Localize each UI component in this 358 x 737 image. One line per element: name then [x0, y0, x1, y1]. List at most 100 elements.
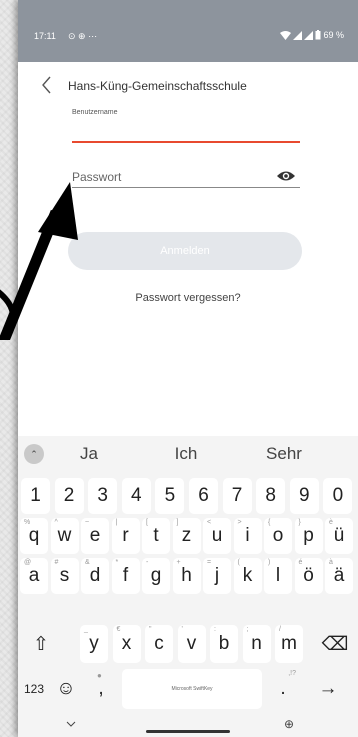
key-n[interactable]: ; n	[242, 625, 271, 663]
key-3[interactable]: 3	[88, 478, 118, 514]
key-ä[interactable]: àä	[325, 558, 353, 594]
key-hint: /	[279, 626, 281, 633]
key-c[interactable]: " c	[145, 625, 173, 663]
key-hint: )	[268, 559, 271, 566]
suggestion-2[interactable]: Ich	[146, 444, 226, 464]
key-0[interactable]: 0	[323, 478, 353, 514]
key-label: m	[281, 633, 297, 654]
key-d[interactable]: & d	[81, 558, 109, 594]
numbers-key[interactable]: 123	[20, 669, 48, 709]
key-f[interactable]: * f	[111, 558, 140, 594]
keyboard-hide-icon[interactable]	[66, 720, 76, 728]
period-hint: ,!?	[288, 670, 296, 677]
key-v[interactable]: ' v	[177, 625, 206, 663]
key-8[interactable]: 8	[256, 478, 286, 514]
key-label: a	[28, 565, 40, 586]
shift-key[interactable]: ⇧	[22, 625, 60, 663]
shift-icon: ⇧	[33, 633, 49, 655]
key-r[interactable]: | r	[111, 518, 140, 554]
key-hint: <	[207, 519, 212, 526]
key-ö[interactable]: éö	[294, 558, 323, 594]
key-label: u	[211, 525, 223, 546]
key-6[interactable]: 6	[189, 478, 218, 514]
space-key[interactable]: Microsoft SwiftKey	[122, 669, 262, 709]
key-ü[interactable]: èü	[325, 518, 353, 554]
key-h[interactable]: + h	[172, 558, 201, 594]
home-handle[interactable]	[146, 730, 230, 733]
suggestion-3[interactable]: Sehr	[244, 444, 324, 464]
emoji-key[interactable]: ☺	[50, 669, 82, 709]
key-b[interactable]: :b	[210, 625, 238, 663]
enter-icon: →	[318, 678, 338, 699]
key-hint: :	[214, 626, 216, 633]
key-label: j	[214, 565, 220, 586]
microphone-icon: ●	[97, 671, 102, 680]
forgot-password-link[interactable]: Passwort vergessen?	[18, 292, 358, 304]
enter-key[interactable]: →	[304, 669, 352, 709]
key-hint: à	[329, 559, 333, 566]
key-label: z	[181, 525, 192, 546]
key-7[interactable]: 7	[222, 478, 252, 514]
key-p[interactable]: } p	[294, 518, 323, 554]
key-label: c	[154, 633, 164, 654]
password-input[interactable]: Passwort	[72, 170, 121, 184]
username-input[interactable]	[72, 120, 300, 142]
key-hint: +	[176, 559, 181, 566]
key-1[interactable]: 1	[21, 478, 50, 514]
key-w[interactable]: ^ w	[50, 518, 79, 554]
key-label: 9	[299, 485, 310, 506]
suggestion-1[interactable]: Ja	[49, 444, 129, 464]
key-x[interactable]: € x	[112, 625, 141, 663]
key-y[interactable]: _ y	[80, 625, 108, 663]
key-label: e	[89, 525, 101, 546]
key-m[interactable]: / m	[275, 625, 303, 663]
key-label: 7	[231, 485, 243, 506]
globe-icon[interactable]: ⊕	[284, 717, 294, 731]
phone-screen: 17:11 ⊙ ⊕ ⋯ 69 % Hans-Küng-Gemeinschafts…	[18, 0, 358, 737]
page-title: Hans-Küng-Gemeinschaftsschule	[68, 79, 247, 93]
login-button[interactable]: Anmelden	[68, 232, 302, 270]
key-label: y	[89, 633, 99, 654]
key-i[interactable]: > i	[233, 518, 262, 554]
key-5[interactable]: 5	[155, 478, 185, 514]
key-label: k	[242, 565, 253, 586]
key-k[interactable]: (k	[233, 558, 262, 594]
key-label: ä	[333, 565, 345, 586]
key-label: n	[251, 633, 262, 654]
key-hint: ~	[85, 519, 90, 526]
key-z[interactable]: ] z	[172, 518, 201, 554]
key-hint: }	[298, 519, 301, 526]
key-label: s	[59, 565, 70, 586]
status-icons: ⊙ ⊕ ⋯	[68, 31, 98, 41]
period-label: .	[280, 678, 286, 699]
key-s[interactable]: # s	[50, 558, 79, 594]
eye-icon[interactable]	[276, 168, 296, 184]
key-e[interactable]: ~ e	[81, 518, 109, 554]
key-hint: _	[84, 626, 88, 633]
key-t[interactable]: [t	[142, 518, 170, 554]
key-label: b	[218, 633, 230, 654]
key-9[interactable]: 9	[289, 478, 319, 514]
key-j[interactable]: = j	[203, 558, 231, 594]
key-l[interactable]: ) l	[264, 558, 292, 594]
back-icon[interactable]	[38, 74, 58, 96]
key-4[interactable]: 4	[121, 478, 151, 514]
key-g[interactable]: -g	[142, 558, 170, 594]
key-hint: =	[207, 559, 212, 566]
key-label: 2	[63, 485, 75, 506]
key-a[interactable]: @ a	[20, 558, 48, 594]
key-label: v	[186, 633, 197, 654]
key-q[interactable]: % q	[20, 518, 48, 554]
navigation-bar: ⊕	[18, 716, 358, 737]
suggestion-bar: ⌃ Ja Ich Sehr	[18, 436, 358, 474]
key-2[interactable]: 2	[54, 478, 84, 514]
backspace-key[interactable]: ⌫	[316, 625, 354, 663]
key-u[interactable]: < u	[203, 518, 231, 554]
key-hint: [	[146, 519, 148, 526]
comma-key[interactable]: ● ,	[84, 669, 118, 709]
collapse-icon[interactable]: ⌃	[24, 444, 44, 464]
period-key[interactable]: ,!? .	[266, 669, 300, 709]
password-underline	[72, 187, 300, 188]
battery-icon	[315, 30, 321, 40]
key-o[interactable]: {o	[264, 518, 292, 554]
